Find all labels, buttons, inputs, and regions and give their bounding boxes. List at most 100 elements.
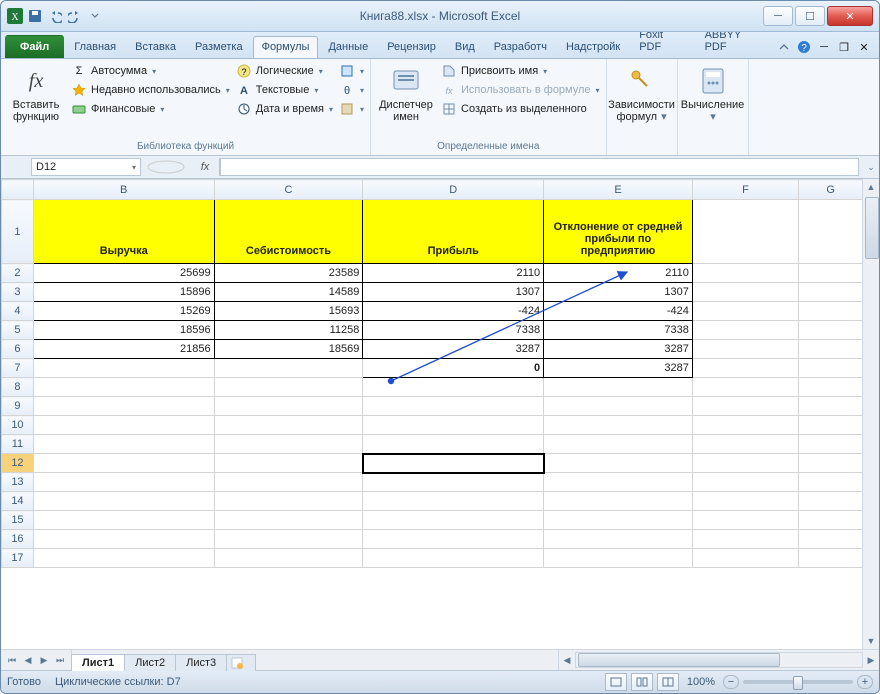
tab-view[interactable]: Вид [446,36,484,58]
table-header-cell[interactable]: Выручка [33,200,214,264]
cell[interactable] [799,530,863,549]
cell[interactable]: 3287 [363,340,544,359]
cell[interactable] [544,454,693,473]
col-header[interactable]: E [544,180,693,200]
expand-formula-bar-icon[interactable]: ⌄ [863,156,879,178]
cell[interactable] [363,492,544,511]
row-header[interactable]: 1 [2,200,34,264]
cell[interactable]: 3287 [544,359,693,378]
workbook-minimize-icon[interactable]: ─ [817,40,831,54]
cell[interactable]: 18569 [214,340,363,359]
cell[interactable] [214,492,363,511]
view-page-layout-button[interactable] [631,673,653,691]
table-header-cell[interactable]: Себистоимость [214,200,363,264]
row-header[interactable]: 6 [2,340,34,359]
fx-icon[interactable]: fx [191,158,220,176]
cell[interactable] [33,549,214,568]
cell[interactable] [214,549,363,568]
tab-insert[interactable]: Вставка [126,36,185,58]
zoom-level[interactable]: 100% [687,676,715,688]
cell[interactable] [33,473,214,492]
cell[interactable] [214,416,363,435]
workbook-restore-icon[interactable]: ❐ [837,40,851,54]
col-header[interactable] [2,180,34,200]
cell[interactable] [33,397,214,416]
col-header[interactable]: F [692,180,798,200]
table-header-cell[interactable]: Прибыль [363,200,544,264]
cell[interactable] [799,549,863,568]
calculation-button[interactable]: Вычисление▾ [684,63,742,123]
cell[interactable] [544,416,693,435]
tab-data[interactable]: Данные [319,36,377,58]
cell[interactable] [799,454,863,473]
save-icon[interactable] [27,8,43,24]
col-header[interactable]: B [33,180,214,200]
cell[interactable]: 15693 [214,302,363,321]
cell[interactable] [692,416,798,435]
row-header[interactable]: 5 [2,321,34,340]
cell[interactable] [692,511,798,530]
cell[interactable] [363,454,544,473]
cell[interactable]: 15896 [33,283,214,302]
cell[interactable] [33,435,214,454]
cell[interactable] [692,378,798,397]
cell[interactable]: 0 [363,359,544,378]
workbook-close-icon[interactable]: ✕ [857,40,871,54]
scroll-right-icon[interactable]: ▶ [863,655,879,666]
lookup-button[interactable]: ▾ [339,63,364,79]
text-button[interactable]: AТекстовые▾ [236,82,333,98]
vertical-scrollbar[interactable]: ▲ ▼ [862,179,879,649]
close-button[interactable]: ✕ [827,6,873,26]
cell[interactable]: 1307 [544,283,693,302]
cell[interactable] [692,492,798,511]
cell[interactable] [544,530,693,549]
cell[interactable] [33,416,214,435]
formula-auditing-button[interactable]: Зависимостиформул ▾ [613,63,671,123]
cell[interactable] [544,473,693,492]
insert-function-button[interactable]: fx Вставитьфункцию [7,63,65,123]
cell[interactable]: 2110 [544,264,693,283]
horizontal-scrollbar[interactable]: ◀ ▶ [558,650,879,670]
scroll-up-icon[interactable]: ▲ [864,179,878,195]
cell[interactable] [363,435,544,454]
row-header[interactable]: 10 [2,416,34,435]
cell[interactable]: -424 [363,302,544,321]
cell[interactable] [799,378,863,397]
tab-layout[interactable]: Разметка [186,36,252,58]
cell[interactable] [544,492,693,511]
col-header[interactable]: G [799,180,863,200]
row-header[interactable]: 13 [2,473,34,492]
cell[interactable]: 14589 [214,283,363,302]
tab-addins[interactable]: Надстройк [557,36,629,58]
cell[interactable] [214,473,363,492]
maximize-button[interactable]: ☐ [795,6,825,26]
cell[interactable] [214,530,363,549]
tab-file[interactable]: Файл [5,35,64,58]
cell[interactable] [799,511,863,530]
cell[interactable] [363,378,544,397]
cell[interactable] [799,397,863,416]
view-page-break-button[interactable] [657,673,679,691]
cell[interactable]: 15269 [33,302,214,321]
cell[interactable]: 25699 [33,264,214,283]
tab-review[interactable]: Рецензир [378,36,445,58]
formula-input[interactable] [220,158,859,176]
row-header[interactable]: 9 [2,397,34,416]
zoom-in-icon[interactable]: + [857,675,873,689]
tab-formulas[interactable]: Формулы [253,36,319,58]
name-box[interactable]: D12▾ [31,158,141,176]
tab-developer[interactable]: Разработч [485,36,556,58]
row-header[interactable]: 4 [2,302,34,321]
cell[interactable]: 7338 [363,321,544,340]
cell[interactable] [363,397,544,416]
cell[interactable] [33,511,214,530]
cell[interactable]: 23589 [214,264,363,283]
sheet-tab[interactable]: Лист2 [124,654,176,671]
cell[interactable] [363,416,544,435]
cell[interactable] [363,530,544,549]
cell[interactable] [692,473,798,492]
cell[interactable] [544,397,693,416]
cell[interactable] [214,454,363,473]
sheet-tab[interactable]: Лист3 [175,654,227,671]
cell[interactable] [692,435,798,454]
